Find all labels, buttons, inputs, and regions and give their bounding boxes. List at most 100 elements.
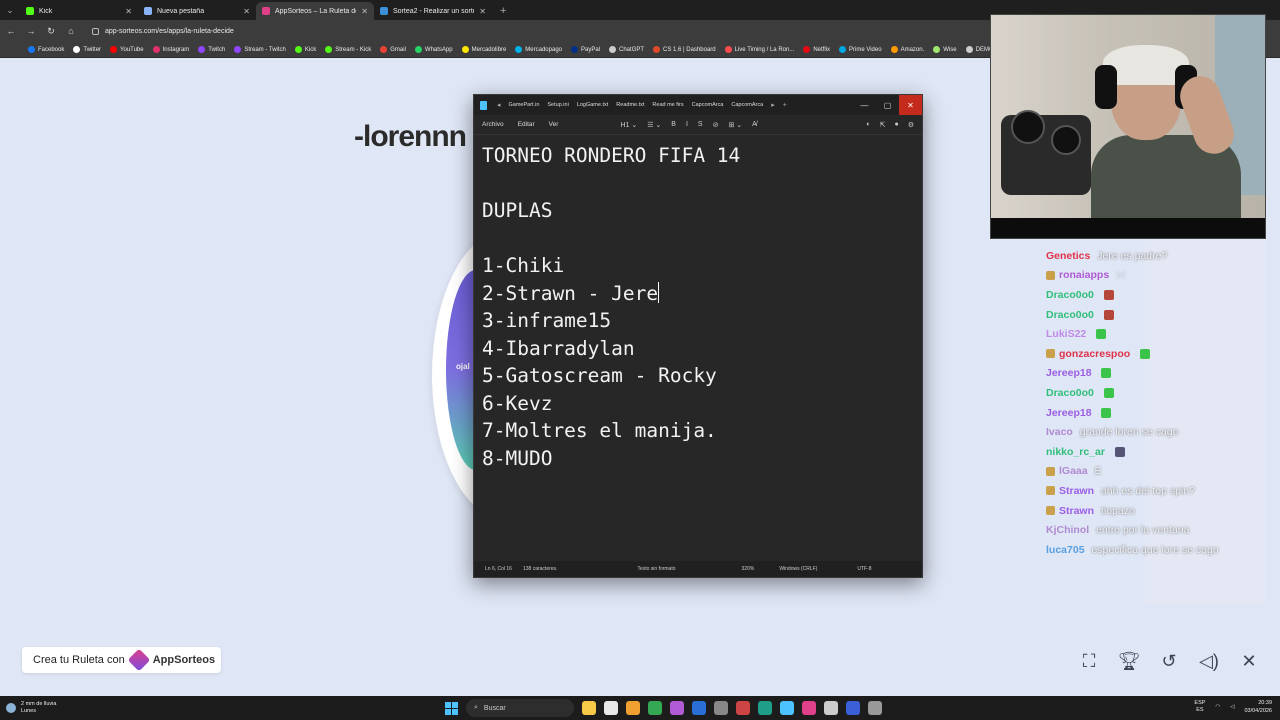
bookmark-item[interactable]: Twitch	[198, 46, 225, 53]
taskbar-app-icon[interactable]	[824, 701, 838, 715]
language-indicator[interactable]: ESP ES	[1194, 700, 1205, 714]
notepad-tab[interactable]: CapcomArca	[688, 102, 728, 108]
close-window-button[interactable]: ✕	[899, 95, 922, 115]
menu-item[interactable]: Ver	[549, 121, 559, 128]
new-tab-button[interactable]: +	[492, 2, 514, 20]
tab-close-icon[interactable]: ✕	[479, 7, 486, 16]
copilot-icon[interactable]: ◐	[866, 121, 870, 129]
chat-username[interactable]: lGaaa	[1059, 465, 1088, 477]
taskbar-app-icon[interactable]	[582, 701, 596, 715]
bookmark-item[interactable]: Prime Video	[839, 46, 882, 53]
taskbar-app-icon[interactable]	[714, 701, 728, 715]
close-icon[interactable]: ✕	[1238, 650, 1260, 672]
tab-close-icon[interactable]: ✕	[361, 7, 368, 16]
tab-scroll-button[interactable]: ▸	[767, 101, 779, 109]
menu-item[interactable]: Archivo	[482, 121, 504, 128]
notepad-tab[interactable]: Readme.txt	[612, 102, 648, 108]
weather-widget[interactable]: 2 mm de lluvia Lunes	[0, 701, 56, 715]
tab-search-icon[interactable]: ⌄	[0, 0, 20, 20]
format-tool-button[interactable]: A̸	[752, 121, 757, 129]
speaker-icon[interactable]: ◁	[1230, 704, 1234, 710]
bookmark-item[interactable]: PayPal	[571, 46, 600, 53]
format-tool-button[interactable]: ☰ ⌄	[647, 121, 661, 129]
chat-username[interactable]: Draco0o0	[1046, 289, 1094, 301]
clock[interactable]: 20:39 03/04/2026	[1244, 699, 1272, 715]
bookmark-item[interactable]: Stream - Kick	[325, 46, 371, 53]
chat-username[interactable]: KjChinol	[1046, 524, 1089, 536]
chat-username[interactable]: Draco0o0	[1046, 387, 1094, 399]
bookmark-item[interactable]: ChatGPT	[609, 46, 644, 53]
taskbar-search[interactable]: ⌕ Buscar	[466, 699, 574, 717]
site-info-icon[interactable]	[92, 27, 99, 35]
chat-username[interactable]: Strawn	[1059, 505, 1094, 517]
taskbar-app-icon[interactable]	[736, 701, 750, 715]
format-tool-button[interactable]: S	[698, 121, 703, 129]
chat-username[interactable]: Draco0o0	[1046, 309, 1094, 321]
reset-icon[interactable]: ↺	[1158, 650, 1180, 672]
bookmark-item[interactable]: Wise	[933, 46, 957, 53]
chat-username[interactable]: Jereep18	[1046, 367, 1092, 379]
address-bar[interactable]: app-sorteos.com/es/apps/la-ruleta-decide	[92, 27, 234, 35]
taskbar-app-icon[interactable]	[670, 701, 684, 715]
notepad-tab[interactable]: LogGame.txt	[573, 102, 613, 108]
bookmark-item[interactable]: Mercadolibre	[461, 46, 506, 53]
chat-username[interactable]: gonzacrespoo	[1059, 348, 1130, 360]
browser-tab[interactable]: Kick ✕	[20, 2, 138, 20]
maximize-button[interactable]: ▢	[876, 95, 899, 115]
taskbar-app-icon[interactable]	[758, 701, 772, 715]
forward-icon[interactable]: →	[26, 26, 36, 36]
chat-username[interactable]: ronaiapps	[1059, 269, 1109, 281]
chat-username[interactable]: Jereep18	[1046, 407, 1092, 419]
taskbar-app-icon[interactable]	[780, 701, 794, 715]
format-tool-button[interactable]: H1 ⌄	[620, 121, 637, 129]
taskbar-app-icon[interactable]	[802, 701, 816, 715]
back-icon[interactable]: ←	[6, 26, 16, 36]
taskbar-app-icon[interactable]	[846, 701, 860, 715]
account-icon[interactable]: ●	[894, 121, 898, 129]
line-ending[interactable]: Windows (CRLF)	[754, 566, 817, 572]
bookmark-item[interactable]: Instagram	[152, 46, 189, 53]
browser-tab[interactable]: Sortea2 - Realizar un sorteo ✕	[374, 2, 492, 20]
taskbar-app-icon[interactable]	[868, 701, 882, 715]
format-tool-button[interactable]: ⊞ ⌄	[728, 121, 742, 129]
reload-icon[interactable]: ↻	[46, 26, 56, 37]
browser-tab[interactable]: Nueva pestaña ✕	[138, 2, 256, 20]
bookmark-item[interactable]: Stream - Twitch	[234, 46, 286, 53]
chat-username[interactable]: Ivaco	[1046, 426, 1073, 438]
notepad-tab[interactable]: CapcomArca	[727, 102, 767, 108]
bookmark-item[interactable]: Mercadopago	[515, 46, 562, 53]
format-tool-button[interactable]: ⊘	[713, 121, 719, 129]
bookmark-item[interactable]: Amazon.	[890, 46, 924, 53]
home-icon[interactable]: ⌂	[66, 26, 76, 36]
fullscreen-icon[interactable]: ⛶	[1078, 650, 1100, 672]
chat-username[interactable]: LukiS22	[1046, 328, 1086, 340]
taskbar-app-icon[interactable]	[648, 701, 662, 715]
notepad-text-area[interactable]: TORNEO RONDERO FIFA 14 DUPLAS 1-Chiki 2-Str…	[474, 136, 922, 557]
volume-icon[interactable]: ◁)	[1198, 650, 1220, 672]
notepad-tab[interactable]: Setup.ini	[543, 102, 572, 108]
text-format[interactable]: Texto sin formato	[557, 566, 675, 572]
chat-username[interactable]: luca705	[1046, 544, 1085, 556]
trophy-icon[interactable]: 🏆︎	[1118, 650, 1141, 672]
bookmark-item[interactable]: Twitter	[73, 46, 101, 53]
start-button-icon[interactable]	[445, 701, 458, 715]
bookmark-item[interactable]: Facebook	[28, 46, 64, 53]
bookmark-item[interactable]: Live Timing / La Ron...	[724, 46, 794, 53]
taskbar-app-icon[interactable]	[692, 701, 706, 715]
taskbar-app-icon[interactable]	[626, 701, 640, 715]
encoding[interactable]: UTF-8	[817, 566, 871, 572]
menu-item[interactable]: Editar	[518, 121, 535, 128]
taskbar-app-icon[interactable]	[604, 701, 618, 715]
tab-scroll-button[interactable]: ◂	[493, 101, 505, 109]
tab-scroll-button[interactable]: +	[779, 102, 791, 109]
tab-close-icon[interactable]: ✕	[243, 7, 250, 16]
format-tool-button[interactable]: I	[686, 121, 688, 129]
bookmark-item[interactable]: Netflix	[803, 46, 830, 53]
bookmark-item[interactable]: Gmail	[380, 46, 406, 53]
minimize-button[interactable]: —	[853, 95, 876, 115]
browser-tab[interactable]: AppSorteos – La Ruleta de la S ✕	[256, 2, 374, 20]
format-tool-button[interactable]: B	[671, 121, 676, 129]
tab-close-icon[interactable]: ✕	[125, 7, 132, 16]
chat-username[interactable]: Strawn	[1059, 485, 1094, 497]
settings-gear-icon[interactable]: ⚙	[908, 121, 914, 129]
